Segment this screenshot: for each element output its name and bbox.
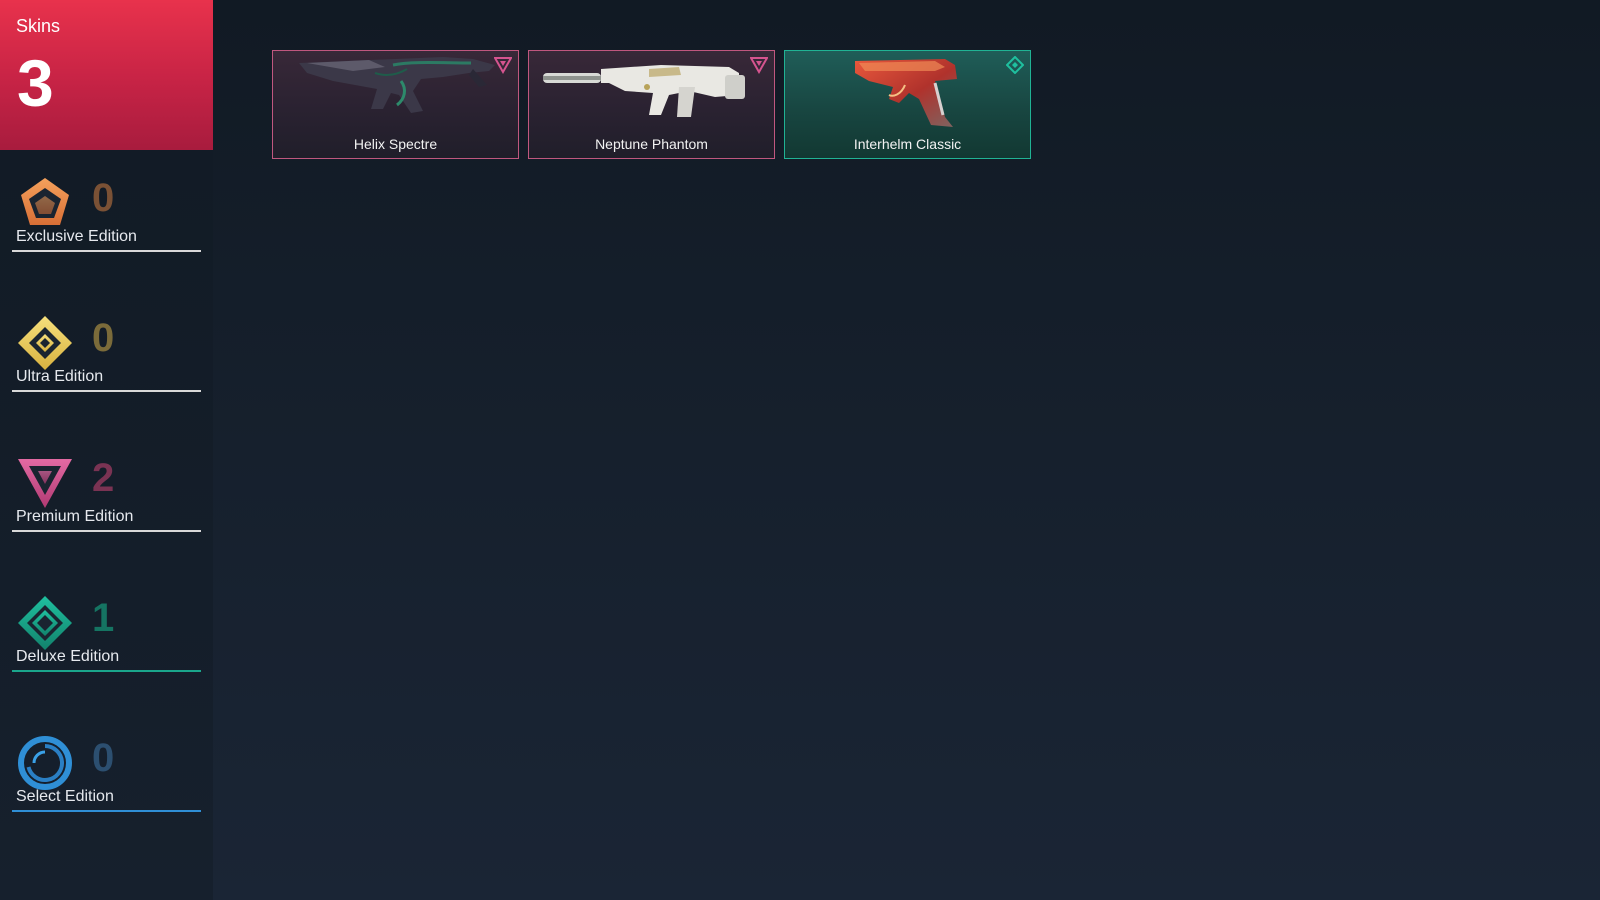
exclusive-edition-icon bbox=[16, 174, 74, 232]
tier-premium-label: Premium Edition bbox=[16, 508, 134, 525]
tier-exclusive-label: Exclusive Edition bbox=[16, 228, 137, 245]
skins-grid: Helix Spectre Neptune Phantom Interhelm … bbox=[272, 50, 1031, 159]
premium-edition-icon bbox=[750, 56, 768, 74]
skins-summary-screen: Skins 3 0 Exclusive Edition 0 Ultra Edit… bbox=[0, 0, 1600, 900]
skin-name: Interhelm Classic bbox=[853, 136, 962, 152]
tier-exclusive[interactable]: 0 Exclusive Edition bbox=[12, 160, 201, 252]
select-edition-icon bbox=[16, 734, 74, 792]
skin-card-helix-spectre[interactable]: Helix Spectre bbox=[272, 50, 519, 159]
tier-premium-underline bbox=[12, 530, 201, 532]
tier-ultra[interactable]: 0 Ultra Edition bbox=[12, 300, 201, 392]
deluxe-edition-icon bbox=[1006, 56, 1024, 74]
skins-total-label: Skins bbox=[16, 16, 61, 36]
skin-card-interhelm-classic[interactable]: Interhelm Classic bbox=[784, 50, 1031, 159]
tier-select[interactable]: 0 Select Edition bbox=[12, 720, 201, 812]
tier-deluxe[interactable]: 1 Deluxe Edition bbox=[12, 580, 201, 672]
tier-premium[interactable]: 2 Premium Edition bbox=[12, 440, 201, 532]
premium-edition-icon bbox=[494, 56, 512, 74]
tier-ultra-label: Ultra Edition bbox=[16, 368, 104, 385]
tier-select-underline bbox=[12, 810, 201, 812]
premium-edition-icon bbox=[16, 454, 74, 512]
skin-card-neptune-phantom[interactable]: Neptune Phantom bbox=[528, 50, 775, 159]
tier-sidebar: Skins 3 0 Exclusive Edition 0 Ultra Edit… bbox=[0, 0, 213, 900]
classic-pistol-icon bbox=[785, 51, 1030, 131]
tier-ultra-count: 0 bbox=[92, 316, 115, 360]
spectre-gun-icon bbox=[273, 51, 518, 131]
deluxe-edition-icon bbox=[16, 594, 74, 652]
tier-exclusive-underline bbox=[12, 250, 201, 252]
ultra-edition-icon bbox=[16, 314, 74, 372]
tier-deluxe-count: 1 bbox=[92, 596, 115, 640]
tier-deluxe-underline bbox=[12, 670, 201, 672]
tier-select-count: 0 bbox=[92, 736, 115, 780]
phantom-rifle-icon bbox=[529, 51, 774, 131]
tier-exclusive-count: 0 bbox=[92, 176, 115, 220]
skin-name: Neptune Phantom bbox=[595, 136, 708, 152]
skin-name: Helix Spectre bbox=[353, 136, 438, 152]
tier-premium-count: 2 bbox=[92, 456, 115, 500]
tier-deluxe-label: Deluxe Edition bbox=[16, 648, 120, 665]
tier-ultra-underline bbox=[12, 390, 201, 392]
skins-total-card: Skins 3 bbox=[0, 0, 213, 150]
tier-select-label: Select Edition bbox=[16, 788, 114, 805]
skins-total-count: 3 bbox=[17, 46, 54, 120]
